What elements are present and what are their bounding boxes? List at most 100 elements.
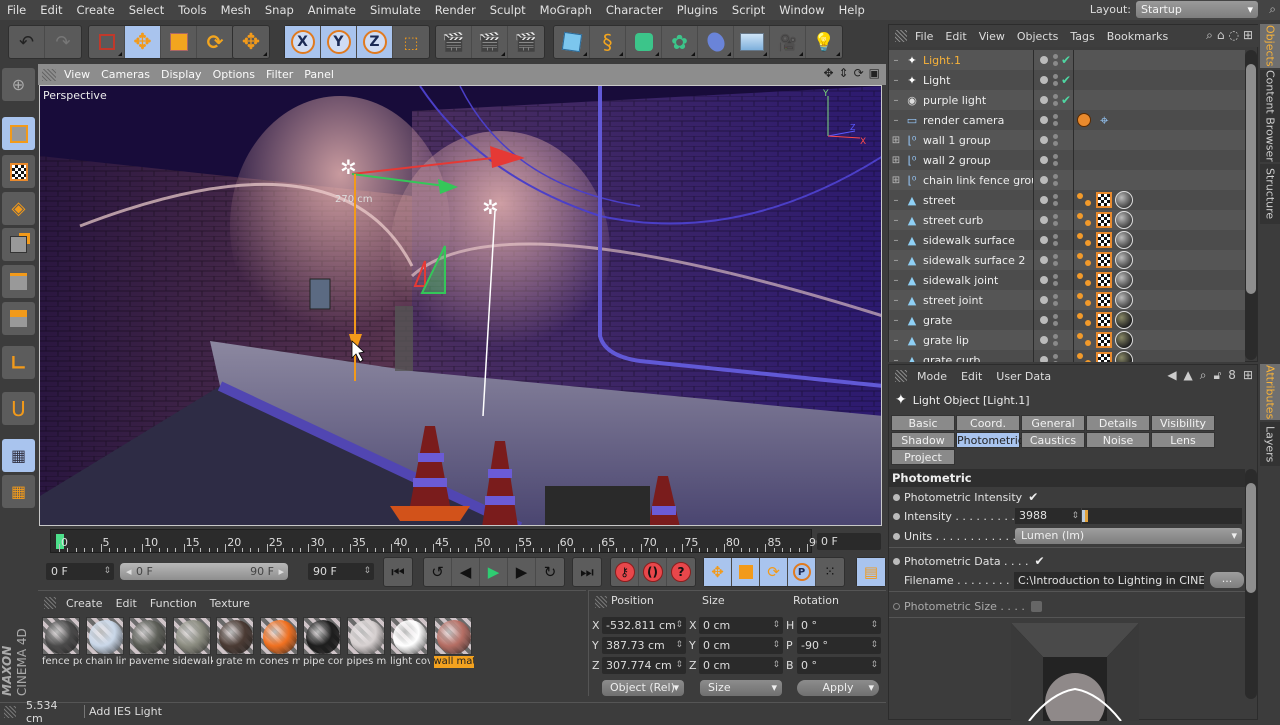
material-tag-icon[interactable] (1115, 211, 1133, 229)
animate-dot[interactable] (893, 532, 900, 540)
object-row[interactable]: – ▲ street (889, 190, 1245, 210)
attribute-scrollbar[interactable] (1245, 469, 1257, 699)
new-window-icon[interactable]: ⊞ (1243, 28, 1253, 43)
visibility-toggle[interactable] (1053, 354, 1058, 362)
deformer-button[interactable] (698, 26, 734, 58)
units-dropdown[interactable]: Lumen (lm) ▾ (1015, 528, 1242, 544)
texture-tag-icon[interactable] (1096, 312, 1112, 328)
menu-tools[interactable]: Tools (171, 3, 213, 17)
layer-dot[interactable] (1040, 316, 1048, 324)
visibility-toggle[interactable] (1053, 134, 1058, 146)
layer-dot[interactable] (1040, 256, 1048, 264)
phong-tag-icon[interactable] (1077, 292, 1093, 308)
phong-tag-icon[interactable] (1077, 312, 1093, 328)
subdivision-surface-button[interactable] (626, 26, 662, 58)
material-swatch[interactable]: wall mate (433, 617, 474, 673)
rotation-h-field[interactable]: 0 ° ⇕ (797, 617, 881, 634)
z-axis-lock-button[interactable]: Z (357, 26, 393, 58)
visibility-toggle[interactable] (1053, 54, 1058, 66)
next-frame-button[interactable]: ▶ (508, 558, 536, 586)
grip-handle[interactable] (42, 68, 56, 81)
object-menu-tags[interactable]: Tags (1070, 30, 1094, 43)
material-tag-icon[interactable] (1115, 311, 1133, 329)
spline-pen-button[interactable]: § (590, 26, 626, 58)
material-tag-icon[interactable] (1115, 331, 1133, 349)
photometric-size-checkbox[interactable] (1030, 600, 1042, 612)
material-swatch[interactable]: light cove (390, 617, 430, 673)
end-frame-field[interactable]: 90 F ⇕ (308, 563, 374, 580)
menu-plugins[interactable]: Plugins (670, 3, 725, 17)
enabled-check-icon[interactable]: ✔ (1061, 53, 1071, 67)
material-menu-create[interactable]: Create (66, 597, 103, 610)
menu-mograph[interactable]: MoGraph (533, 3, 599, 17)
object-row[interactable]: – ✦ Light ✔ (889, 70, 1245, 90)
visibility-toggle[interactable] (1053, 334, 1058, 346)
material-menu-edit[interactable]: Edit (116, 597, 137, 610)
object-row[interactable]: – ▲ grate (889, 310, 1245, 330)
object-row[interactable]: – ▲ grate curb (889, 350, 1245, 362)
y-axis-lock-button[interactable]: Y (321, 26, 357, 58)
phong-tag-icon[interactable] (1077, 332, 1093, 348)
visibility-toggle[interactable] (1053, 174, 1058, 186)
object-menu-edit[interactable]: Edit (945, 30, 966, 43)
tab-general[interactable]: General (1021, 415, 1085, 431)
viewport-perspective[interactable]: Perspective ✲ 270 cm ✲ Y Z X (39, 85, 882, 526)
phong-tag-icon[interactable] (1077, 212, 1093, 228)
photometric-data-checkbox[interactable]: ✔ (1035, 555, 1047, 567)
menu-file[interactable]: File (0, 3, 33, 17)
photometric-intensity-checkbox[interactable]: ✔ (1028, 491, 1040, 503)
browse-button[interactable]: ... (1210, 572, 1244, 588)
grip-handle[interactable] (4, 705, 16, 718)
workplane-lock-button[interactable]: ▦ (2, 439, 35, 472)
tab-objects[interactable]: Objects (1260, 24, 1280, 68)
preview-range-slider[interactable]: ◂ 0 F 90 F ▸ (120, 563, 288, 580)
tab-caustics[interactable]: Caustics (1021, 432, 1085, 448)
tab-basic[interactable]: Basic (891, 415, 955, 431)
lock-icon[interactable]: 🔓︎ (1214, 368, 1222, 383)
attribute-menu-mode[interactable]: Mode (917, 370, 947, 383)
expand-toggle[interactable]: ⊞ (889, 155, 903, 166)
menu-help[interactable]: Help (832, 3, 872, 17)
layer-dot[interactable] (1040, 116, 1048, 124)
cloner-button[interactable]: ✿ (662, 26, 698, 58)
layer-dot[interactable] (1040, 96, 1048, 104)
position-y-field[interactable]: 387.73 cm ⇕ (602, 637, 686, 654)
layer-dot[interactable] (1040, 276, 1048, 284)
object-row[interactable]: – ▲ sidewalk joint (889, 270, 1245, 290)
object-row[interactable]: – ▲ street joint (889, 290, 1245, 310)
viewport-menu-filter[interactable]: Filter (266, 68, 302, 81)
object-row[interactable]: ⊞ ⌊⁰ wall 1 group (889, 130, 1245, 150)
object-row[interactable]: – ◉ purple light ✔ (889, 90, 1245, 110)
link-icon[interactable]: 8 (1228, 368, 1236, 383)
object-row[interactable]: ⊞ ⌊⁰ wall 2 group (889, 150, 1245, 170)
points-mode-button[interactable] (2, 228, 35, 261)
texture-tag-icon[interactable] (1096, 352, 1112, 362)
material-swatch[interactable]: pavemer (129, 617, 169, 673)
filename-field[interactable]: C:\Introduction to Lighting in CINEMA (1014, 571, 1204, 589)
visibility-toggle[interactable] (1053, 94, 1058, 106)
recent-tool-button[interactable]: ✥ (233, 26, 269, 58)
light-1-gizmo[interactable]: ✲ (340, 155, 357, 179)
material-swatch[interactable]: grate ma (216, 617, 256, 673)
material-menu-texture[interactable]: Texture (210, 597, 250, 610)
position-track-button[interactable]: ✥ (704, 558, 732, 586)
menu-character[interactable]: Character (599, 3, 670, 17)
timeline-ruler[interactable]: 0 5 10 15 20 25 30 35 40 45 50 55 60 65 70 75 80 85 90 (50, 529, 823, 553)
timeline-window-button[interactable]: ▤ (857, 558, 885, 586)
viewport-menu-panel[interactable]: Panel (304, 68, 343, 81)
material-tag-icon[interactable] (1115, 191, 1133, 209)
visibility-toggle[interactable] (1053, 234, 1058, 246)
material-swatch[interactable]: chain link (85, 617, 126, 673)
menu-window[interactable]: Window (772, 3, 831, 17)
material-menu-function[interactable]: Function (150, 597, 197, 610)
phong-tag-icon[interactable] (1077, 192, 1093, 208)
rotation-track-button[interactable]: ⟳ (760, 558, 788, 586)
undo-button[interactable]: ↶ (9, 26, 45, 58)
move-view-icon[interactable]: ✥ (823, 66, 833, 80)
texture-tag-icon[interactable] (1096, 332, 1112, 348)
enabled-check-icon[interactable]: ✔ (1061, 93, 1071, 107)
rotate-button[interactable]: ⟳ (197, 26, 233, 58)
menu-animate[interactable]: Animate (301, 3, 363, 17)
prev-frame-button[interactable]: ◀ (452, 558, 480, 586)
coordinate-mode-dropdown[interactable]: Object (Rel) (602, 680, 684, 696)
